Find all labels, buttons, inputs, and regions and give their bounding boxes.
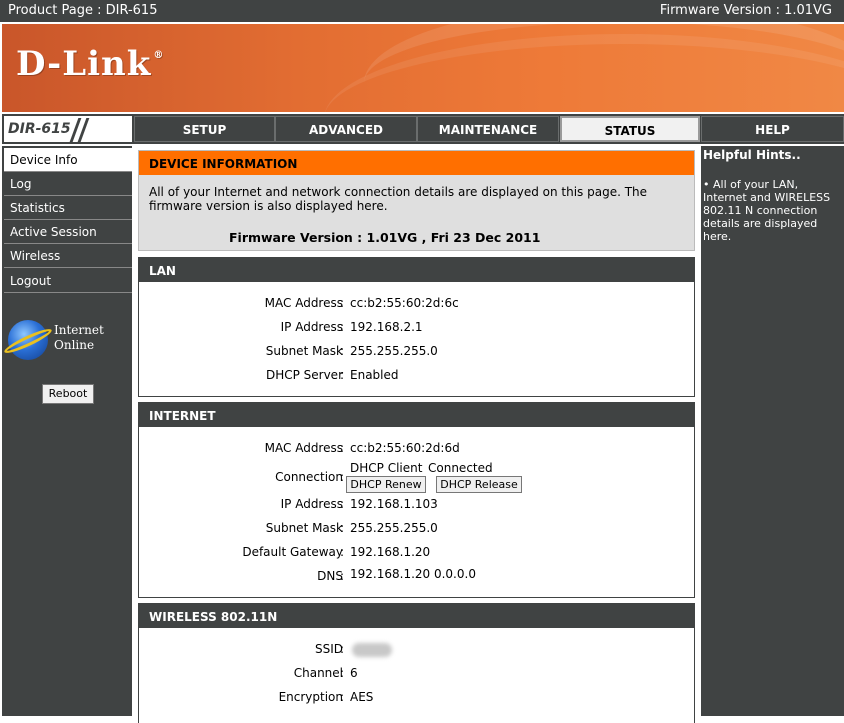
sidebar: Device Info Log Statistics Active Sessio… bbox=[2, 146, 132, 716]
tab-status[interactable]: STATUS bbox=[560, 116, 700, 142]
device-info-title: DEVICE INFORMATION bbox=[139, 151, 694, 175]
internet-panel: INTERNET MAC Address: cc:b2:55:60:2d:6d … bbox=[138, 402, 695, 598]
lan-ip-row: IP Address: 192.168.2.1 bbox=[280, 320, 423, 334]
sidebar-item-wireless[interactable]: Wireless bbox=[4, 244, 132, 268]
field-value: 192.168.1.103 bbox=[350, 497, 438, 511]
firmware-version-label: Firmware Version : 1.01VG bbox=[659, 3, 832, 18]
top-bar: Product Page : DIR-615 Firmware Version … bbox=[0, 0, 844, 22]
model-badge: DIR-615 bbox=[4, 116, 132, 142]
internet-status-line1: Internet bbox=[54, 323, 104, 337]
field-value: 255.255.255.0 bbox=[350, 521, 438, 535]
field-label: IP Address bbox=[280, 320, 343, 334]
device-info-panel: DEVICE INFORMATION All of your Internet … bbox=[138, 150, 695, 251]
tab-advanced[interactable]: ADVANCED bbox=[275, 116, 417, 142]
field-label: Encryption bbox=[278, 690, 343, 704]
field-value: 192.168.1.20 bbox=[350, 545, 431, 559]
help-text: • All of your LAN, Internet and WIRELESS… bbox=[703, 178, 831, 243]
field-value: 255.255.255.0 bbox=[350, 344, 438, 358]
field-label: SSID bbox=[314, 642, 343, 656]
sidebar-item-device-info[interactable]: Device Info bbox=[4, 148, 132, 172]
reboot-button[interactable]: Reboot bbox=[42, 384, 94, 404]
field-label: Subnet Mask bbox=[265, 521, 343, 535]
tab-help[interactable]: HELP bbox=[701, 116, 844, 142]
field-label: IP Address bbox=[280, 497, 343, 511]
wireless-title: WIRELESS 802.11N bbox=[139, 604, 694, 628]
internet-title: INTERNET bbox=[139, 403, 694, 427]
internet-subnet-row: Subnet Mask: 255.255.255.0 bbox=[265, 521, 438, 535]
model-label: DIR-615 bbox=[8, 121, 71, 137]
internet-status-line2: Online bbox=[54, 338, 95, 352]
field-value: cc:b2:55:60:2d:6d bbox=[350, 441, 460, 455]
tab-setup[interactable]: SETUP bbox=[134, 116, 275, 142]
ssid-redacted bbox=[352, 643, 392, 657]
connection-status: Connected bbox=[428, 461, 493, 475]
help-title: Helpful Hints.. bbox=[703, 148, 801, 162]
wireless-ssid-row: SSID: bbox=[139, 642, 696, 658]
internet-ip-row: IP Address: 192.168.1.103 bbox=[280, 497, 438, 511]
sidebar-item-log[interactable]: Log bbox=[4, 172, 132, 196]
dhcp-renew-button[interactable]: DHCP Renew bbox=[346, 476, 426, 493]
field-value: 192.168.2.1 bbox=[350, 320, 423, 334]
tab-maintenance[interactable]: MAINTENANCE bbox=[417, 116, 559, 142]
field-label: MAC Address bbox=[264, 296, 343, 310]
field-value: Enabled bbox=[350, 368, 399, 382]
sidebar-item-active-session[interactable]: Active Session bbox=[4, 220, 132, 244]
dhcp-release-button[interactable]: DHCP Release bbox=[436, 476, 522, 493]
sidebar-item-logout[interactable]: Logout bbox=[4, 269, 132, 293]
dlink-logo: D-Link ® bbox=[16, 44, 165, 84]
lan-dhcp-row: DHCP Server: Enabled bbox=[265, 368, 399, 382]
internet-dns-row: DNS: 192.168.1.20 0.0.0.0 bbox=[317, 567, 476, 583]
sidebar-item-statistics[interactable]: Statistics bbox=[4, 196, 132, 220]
product-page-label: Product Page : DIR-615 bbox=[8, 3, 158, 18]
field-label: Subnet Mask bbox=[265, 344, 343, 358]
field-label: DHCP Server bbox=[265, 368, 343, 382]
field-value: cc:b2:55:60:2d:6c bbox=[350, 296, 459, 310]
main-content: DEVICE INFORMATION All of your Internet … bbox=[134, 146, 699, 723]
lan-panel: LAN MAC Address: cc:b2:55:60:2d:6c IP Ad… bbox=[138, 257, 695, 397]
brand-banner: D-Link ® bbox=[2, 24, 844, 112]
lan-subnet-row: Subnet Mask: 255.255.255.0 bbox=[265, 344, 438, 358]
field-label: Connection bbox=[275, 470, 343, 484]
field-label: Default Gateway bbox=[242, 545, 343, 559]
internet-mac-row: MAC Address: cc:b2:55:60:2d:6d bbox=[264, 441, 460, 455]
wireless-panel: WIRELESS 802.11N SSID: Channel: 6 Encryp… bbox=[138, 603, 695, 723]
internet-status: Internet Online bbox=[54, 323, 104, 353]
lan-mac-row: MAC Address: cc:b2:55:60:2d:6c bbox=[264, 296, 459, 310]
wireless-channel-row: Channel: 6 bbox=[293, 666, 358, 680]
field-label: MAC Address bbox=[264, 441, 343, 455]
field-value: 6 bbox=[350, 666, 358, 680]
internet-gateway-row: Default Gateway: 192.168.1.20 bbox=[242, 545, 431, 559]
field-value: 192.168.1.20 0.0.0.0 bbox=[350, 567, 476, 581]
device-info-description: All of your Internet and network connect… bbox=[149, 185, 648, 213]
nav-bar: DIR-615 SETUP ADVANCED MAINTENANCE STATU… bbox=[2, 114, 844, 144]
connection-type: DHCP Client bbox=[350, 461, 423, 475]
field-label: Channel bbox=[293, 666, 343, 680]
internet-globe-icon bbox=[2, 320, 54, 360]
wireless-encryption-row: Encryption: AES bbox=[278, 690, 374, 704]
field-value: AES bbox=[350, 690, 374, 704]
lan-title: LAN bbox=[139, 258, 694, 282]
help-panel: Helpful Hints.. • All of your LAN, Inter… bbox=[701, 146, 844, 716]
firmware-version-detail: Firmware Version : 1.01VG , Fri 23 Dec 2… bbox=[229, 230, 541, 245]
